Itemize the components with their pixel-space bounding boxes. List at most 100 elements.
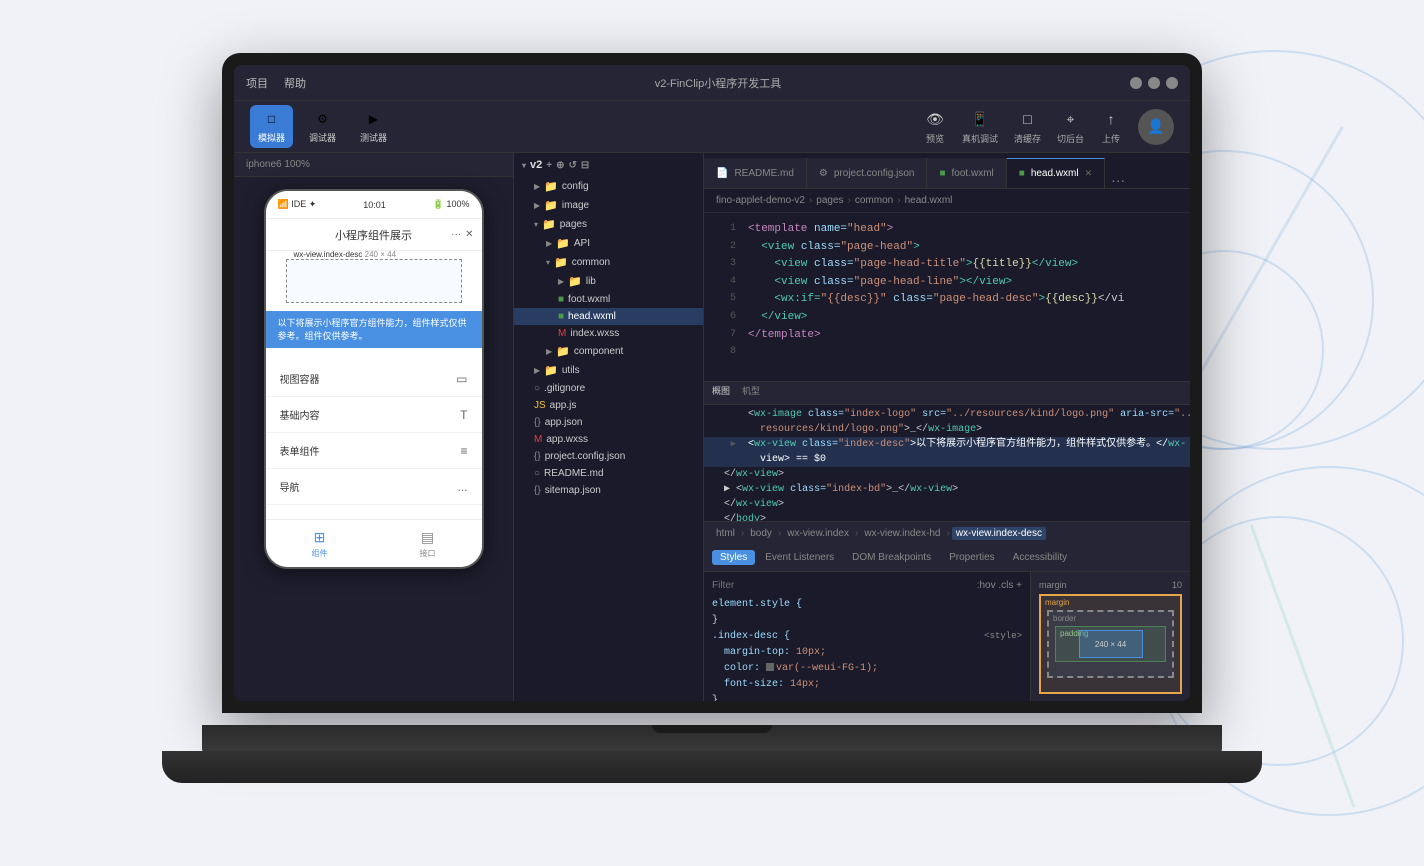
file-lib[interactable]: ▶ 📁 lib <box>514 272 703 291</box>
tab-dom-breakpoints[interactable]: DOM Breakpoints <box>844 550 939 565</box>
mobile-highlight-box: wx-view.index-desc 240 × 44 <box>286 259 462 303</box>
devtools-tab-info[interactable]: 机型 <box>742 386 760 400</box>
styles-filter-input[interactable] <box>712 580 973 591</box>
file-label-utils: utils <box>562 365 580 376</box>
tab-event-listeners[interactable]: Event Listeners <box>757 550 842 565</box>
upload-icon: ↑ <box>1100 108 1122 130</box>
html-line-2: resources/kind/logo.png">_</wx-image> <box>704 422 1190 437</box>
file-app-wxss[interactable]: M app.wxss <box>514 431 703 448</box>
cut-backend-action[interactable]: ⌖ 切后台 <box>1057 108 1084 145</box>
list-icon-0: ▭ <box>456 372 467 386</box>
file-head-wxml[interactable]: ■ head.wxml <box>514 308 703 325</box>
mobile-nav-components[interactable]: ⊞ 组件 <box>266 529 374 559</box>
real-machine-action[interactable]: 📱 真机调试 <box>962 108 998 145</box>
file-foot-wxml[interactable]: ■ foot.wxml <box>514 291 703 308</box>
file-app-json[interactable]: {} app.json <box>514 414 703 431</box>
box-model-border: border padding 240 × 44 <box>1047 610 1174 678</box>
mobile-signal: 📶 IDE ✦ <box>278 199 317 210</box>
file-image[interactable]: ▶ 📁 image <box>514 196 703 215</box>
json-icon-project: {} <box>534 451 541 462</box>
list-item-form[interactable]: 表单组件 ≡ <box>266 433 482 469</box>
mobile-close-btn[interactable]: ✕ <box>465 229 473 240</box>
tab-foot-wxml[interactable]: ■ foot.wxml <box>927 158 1006 188</box>
preview-action[interactable]: 👁 预览 <box>924 108 946 145</box>
file-label-index-wxss: index.wxss <box>570 328 619 339</box>
preview-icon: 👁 <box>924 108 946 130</box>
file-label-pages: pages <box>560 219 587 230</box>
file-utils[interactable]: ▶ 📁 utils <box>514 361 703 380</box>
html-line-content-5: </wx-view> <box>712 467 784 482</box>
html-line-3: ▶ <wx-view class="index-desc">以下将展示小程序官方… <box>704 437 1190 452</box>
menu-help[interactable]: 帮助 <box>284 75 306 91</box>
html-line-content-1: <wx-image class="index-logo" src="../res… <box>748 407 1190 422</box>
collapse-icon[interactable]: ⊟ <box>581 160 589 171</box>
tab-project-config[interactable]: ⚙ project.config.json <box>807 158 928 188</box>
real-machine-label: 真机调试 <box>962 132 998 145</box>
tab-accessibility[interactable]: Accessibility <box>1005 550 1075 565</box>
list-item-basic-content[interactable]: 基础内容 T <box>266 397 482 433</box>
file-index-wxss[interactable]: M index.wxss <box>514 325 703 342</box>
mobile-time: 10:01 <box>363 200 386 210</box>
simulate-button[interactable]: □ 模拟器 <box>250 105 293 148</box>
file-readme[interactable]: ○ README.md <box>514 465 703 482</box>
file-common[interactable]: ▾ 📁 common <box>514 253 703 272</box>
mobile-frame: 📶 IDE ✦ 10:01 🔋 100% 小程序组件展示 ··· ✕ <box>264 189 484 569</box>
file-component[interactable]: ▶ 📁 component <box>514 342 703 361</box>
clear-cache-action[interactable]: □ 清缓存 <box>1014 108 1041 145</box>
file-app-js[interactable]: JS app.js <box>514 397 703 414</box>
file-sitemap[interactable]: {} sitemap.json <box>514 482 703 499</box>
mobile-list: 视图容器 ▭ 基础内容 T 表单组件 ≡ <box>266 361 482 505</box>
file-label-api: API <box>574 238 590 249</box>
list-item-view-container[interactable]: 视图容器 ▭ <box>266 361 482 397</box>
html-line-content-3: <wx-view class="index-desc">以下将展示小程序官方组件… <box>748 437 1186 452</box>
file-pages[interactable]: ▾ 📁 pages <box>514 215 703 234</box>
element-html[interactable]: html <box>712 527 739 540</box>
window-minimize[interactable] <box>1130 77 1142 89</box>
box-model-diagram: margin border padding 240 × 44 <box>1039 594 1182 694</box>
element-wx-view-index[interactable]: wx-view.index <box>783 527 853 540</box>
window-close[interactable] <box>1166 77 1178 89</box>
window-maximize[interactable] <box>1148 77 1160 89</box>
list-item-nav[interactable]: 导航 ... <box>266 469 482 505</box>
add-file-icon[interactable]: + <box>546 160 552 171</box>
box-model-margin-label: margin <box>1045 598 1069 607</box>
file-label-project-config: project.config.json <box>545 451 626 462</box>
file-gitignore[interactable]: ○ .gitignore <box>514 380 703 397</box>
html-viewer: 概图 机型 <wx-image class="index-logo" src="… <box>704 382 1190 522</box>
tab-readme[interactable]: 📄 README.md <box>704 158 807 188</box>
mobile-highlight-label: wx-view.index-desc 240 × 44 <box>291 251 400 259</box>
mobile-menu-dots[interactable]: ··· <box>451 229 461 240</box>
tab-close-head[interactable]: ✕ <box>1085 168 1093 179</box>
mobile-battery: 🔋 100% <box>433 199 470 210</box>
file-project-config[interactable]: {} project.config.json <box>514 448 703 465</box>
tab-overflow[interactable]: ··· <box>1105 172 1131 188</box>
devtools-panel: 概图 机型 <wx-image class="index-logo" src="… <box>704 381 1190 701</box>
simulator-label: iphone6 100% <box>234 153 513 177</box>
root-chevron: ▾ <box>522 161 526 170</box>
devtools-tab-elements[interactable]: 概图 <box>712 386 730 400</box>
add-folder-icon[interactable]: ⊕ <box>556 160 564 171</box>
element-body[interactable]: body <box>746 527 776 540</box>
simulate-label: 模拟器 <box>258 131 285 144</box>
tab-head-wxml[interactable]: ■ head.wxml ✕ <box>1007 158 1105 188</box>
tab-properties[interactable]: Properties <box>941 550 1003 565</box>
file-api[interactable]: ▶ 📁 API <box>514 234 703 253</box>
refresh-icon[interactable]: ↺ <box>569 160 577 171</box>
menu-project[interactable]: 项目 <box>246 75 268 91</box>
toolbar-left: □ 模拟器 ⚙ 调试器 ▶ 测试器 <box>250 105 395 148</box>
toolbar-right: 👁 预览 📱 真机调试 □ 清缓存 ⌖ 切后台 <box>924 108 1174 145</box>
upload-action[interactable]: ↑ 上传 <box>1100 108 1122 145</box>
html-line-content-4: view> == $0 <box>748 452 826 467</box>
box-model-header: margin 10 <box>1039 580 1182 590</box>
debug-button[interactable]: ⚙ 调试器 <box>301 105 344 148</box>
tab-styles[interactable]: Styles <box>712 550 755 565</box>
mobile-app-actions: ··· ✕ <box>451 229 473 240</box>
html-line-5: </wx-view> <box>704 467 1190 482</box>
mobile-nav-api[interactable]: ▤ 接口 <box>374 529 482 559</box>
devtools-panel-tabs: Styles Event Listeners DOM Breakpoints P… <box>704 544 1190 572</box>
element-wx-view-hd[interactable]: wx-view.index-hd <box>860 527 944 540</box>
file-config[interactable]: ▶ 📁 config <box>514 177 703 196</box>
element-wx-view-desc[interactable]: wx-view.index-desc <box>952 527 1046 540</box>
test-button[interactable]: ▶ 测试器 <box>352 105 395 148</box>
avatar-button[interactable]: 👤 <box>1138 109 1174 145</box>
